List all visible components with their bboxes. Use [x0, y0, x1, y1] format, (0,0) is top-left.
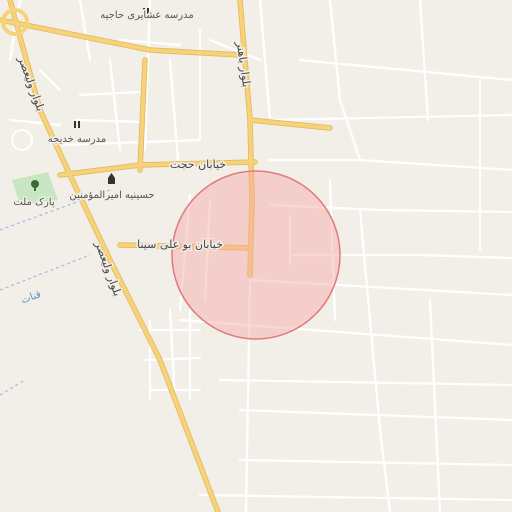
map-svg: بلوار باهنر بلوار ولیعصر بلوار ولیعصر خی… — [0, 0, 512, 512]
poi-label-school-hajiyeh: مدرسه عشایری حاجیه — [100, 10, 193, 21]
poi-label-park: پارک ملت — [13, 197, 54, 208]
map-canvas[interactable]: بلوار باهنر بلوار ولیعصر بلوار ولیعصر خی… — [0, 0, 512, 512]
road-label-hojjat: خیابان حجت — [170, 158, 226, 171]
poi-label-school-khadijeh: مدرسه خدیجه — [48, 134, 106, 145]
poi-label-hosseiniyeh: حسینیه امیرالمؤمنین — [69, 190, 154, 201]
road-label-bu-ali-sina: خیابان بو علی سینا — [137, 238, 223, 251]
highlight-circle[interactable] — [171, 170, 341, 340]
